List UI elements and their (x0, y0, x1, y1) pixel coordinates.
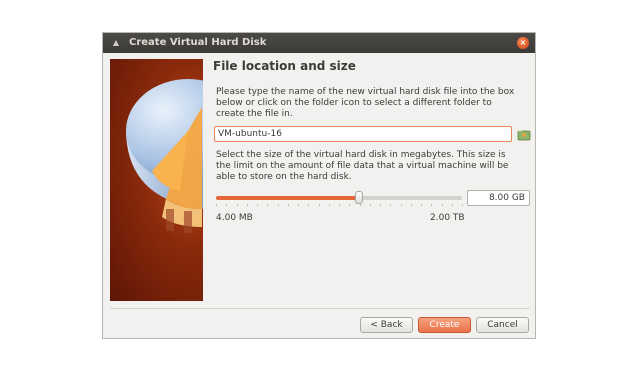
slider-tick (226, 204, 228, 206)
slider-tick (277, 204, 279, 206)
slider-tick (410, 204, 412, 206)
slider-tick (359, 204, 361, 206)
slider-tick (421, 204, 422, 206)
cancel-button[interactable]: Cancel (476, 317, 529, 333)
button-separator (110, 308, 530, 309)
slider-tick (257, 204, 258, 206)
slider-tick (246, 204, 248, 206)
slider-tick (267, 204, 269, 206)
disk-size-input[interactable] (467, 190, 530, 206)
folder-icon (517, 130, 531, 141)
page-title: File location and size (213, 59, 356, 73)
slider-tick (400, 204, 402, 206)
window-title: Create Virtual Hard Disk (129, 37, 267, 48)
slider-tick (339, 204, 340, 206)
slider-max-label: 2.00 TB (430, 213, 465, 223)
slider-tick (236, 204, 238, 206)
slider-tick (328, 204, 330, 206)
slider-tick (308, 204, 310, 206)
create-button[interactable]: Create (418, 317, 471, 333)
hard-disk-illustration (126, 79, 203, 233)
location-description: Please type the name of the new virtual … (216, 87, 515, 119)
close-icon[interactable]: × (517, 37, 529, 49)
slider-tick (380, 204, 381, 206)
slider-tick (349, 204, 351, 206)
slider-tick (216, 204, 217, 206)
disk-size-slider[interactable] (216, 191, 463, 206)
slider-tick (451, 204, 453, 206)
window-menu-icon[interactable]: ▲ (111, 38, 121, 48)
slider-tick (318, 204, 320, 206)
select-folder-button[interactable] (517, 127, 531, 141)
slider-tick (287, 204, 289, 206)
slider-fill (216, 196, 359, 200)
size-description: Select the size of the virtual hard disk… (216, 150, 509, 182)
title-bar[interactable]: ▲ Create Virtual Hard Disk × (103, 33, 535, 53)
slider-tick (462, 204, 463, 206)
file-location-input[interactable] (214, 126, 512, 142)
slider-handle[interactable] (354, 191, 363, 204)
slider-tick (441, 204, 443, 206)
wizard-side-image (110, 59, 203, 301)
slider-tick (369, 204, 371, 206)
slider-tick (390, 204, 392, 206)
back-button[interactable]: < Back (360, 317, 413, 333)
create-virtual-hard-disk-dialog: ▲ Create Virtual Hard Disk × File locati… (102, 32, 536, 339)
slider-min-label: 4.00 MB (216, 213, 253, 223)
slider-tick (431, 204, 433, 206)
slider-tick (298, 204, 299, 206)
